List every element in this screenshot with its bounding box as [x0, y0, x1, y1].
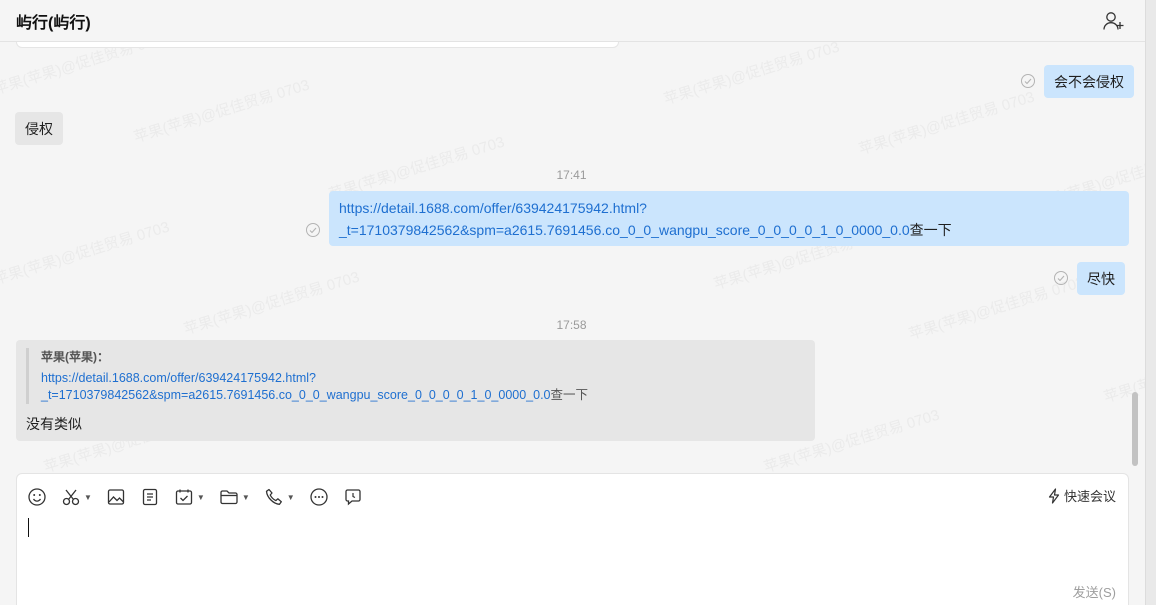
phone-icon[interactable]: ▼: [264, 487, 295, 507]
window-edge: [1145, 0, 1156, 605]
message-link[interactable]: https://detail.1688.com/offer/6394241759…: [339, 200, 647, 216]
received-message[interactable]: 侵权: [15, 112, 63, 145]
chevron-down-icon[interactable]: ▼: [242, 493, 250, 502]
timestamp: 17:41: [556, 168, 587, 182]
add-user-icon[interactable]: [1101, 8, 1127, 34]
message-text: 查一下: [909, 222, 952, 238]
scissors-icon[interactable]: ▼: [61, 487, 92, 507]
document-icon[interactable]: [140, 487, 160, 507]
emoji-icon[interactable]: [27, 487, 47, 507]
message-link[interactable]: _t=1710379842562&spm=a2615.7691456.co_0_…: [339, 222, 910, 238]
quick-meeting-button[interactable]: 快速会议: [1047, 486, 1116, 505]
chevron-down-icon[interactable]: ▼: [84, 493, 92, 502]
image-icon[interactable]: [106, 487, 126, 507]
lightning-icon: [1048, 487, 1060, 504]
quick-meeting-label: 快速会议: [1063, 489, 1116, 504]
read-receipt-icon: [1021, 74, 1035, 88]
message-composer: ▼ ▼ ▼ ▼ 快速会议 发送(S): [16, 473, 1129, 605]
calendar-check-icon[interactable]: ▼: [174, 487, 205, 507]
message-text: 侵权: [25, 121, 53, 137]
chat-title: 屿行(屿行): [16, 14, 91, 32]
sent-message[interactable]: 尽快: [1077, 262, 1125, 295]
watermark: 苹果(苹果)@促佳贸易 0703: [0, 218, 172, 289]
scrollbar-thumb[interactable]: [1132, 392, 1138, 466]
quoted-message[interactable]: 苹果(苹果)： https://detail.1688.com/offer/63…: [26, 348, 626, 404]
chat-bubble-icon[interactable]: [343, 487, 363, 507]
received-quote-message[interactable]: 苹果(苹果)： https://detail.1688.com/offer/63…: [16, 340, 815, 441]
watermark: 苹果(苹果)@促佳贸易 0703: [0, 42, 172, 99]
sent-message[interactable]: 会不会侵权: [1044, 65, 1134, 98]
more-icon[interactable]: [309, 487, 329, 507]
send-button[interactable]: 发送(S): [1073, 582, 1116, 601]
previous-message-card: [16, 42, 619, 48]
quote-content: https://detail.1688.com/offer/6394241759…: [41, 370, 626, 404]
message-text: 会不会侵权: [1054, 74, 1124, 90]
scrollbar[interactable]: [1129, 42, 1141, 470]
sent-link-message[interactable]: https://detail.1688.com/offer/6394241759…: [329, 191, 1129, 246]
read-receipt-icon: [306, 223, 320, 237]
folder-icon[interactable]: ▼: [219, 487, 250, 507]
quote-suffix: 查一下: [550, 388, 589, 402]
message-input[interactable]: [25, 514, 1115, 574]
text-cursor: [28, 518, 29, 537]
message-list[interactable]: 苹果(苹果)@促佳贸易 0703 苹果(苹果)@促佳贸易 0703 苹果(苹果)…: [0, 42, 1145, 472]
quote-link[interactable]: _t=1710379842562&spm=a2615.7691456.co_0_…: [41, 388, 551, 402]
chat-header: 屿行(屿行): [0, 0, 1145, 42]
watermark: 苹果(苹果)@促佳贸易 0703: [131, 76, 312, 147]
chevron-down-icon[interactable]: ▼: [197, 493, 205, 502]
message-text: 尽快: [1087, 271, 1115, 287]
timestamp: 17:58: [556, 318, 587, 332]
message-text: 没有类似: [26, 416, 82, 432]
watermark: 苹果(苹果)@促佳贸易 0703: [661, 42, 842, 109]
quote-link[interactable]: https://detail.1688.com/offer/6394241759…: [41, 371, 316, 385]
chevron-down-icon[interactable]: ▼: [287, 493, 295, 502]
read-receipt-icon: [1054, 271, 1068, 285]
quote-author: 苹果(苹果)：: [41, 350, 109, 364]
chat-window: 屿行(屿行) 苹果(苹果)@促佳贸易 0703 苹果(苹果)@促佳贸易 0703…: [0, 0, 1156, 605]
watermark: 苹果(苹果)@促佳贸易 0703: [856, 88, 1037, 159]
composer-toolbar: ▼ ▼ ▼ ▼: [27, 486, 377, 508]
